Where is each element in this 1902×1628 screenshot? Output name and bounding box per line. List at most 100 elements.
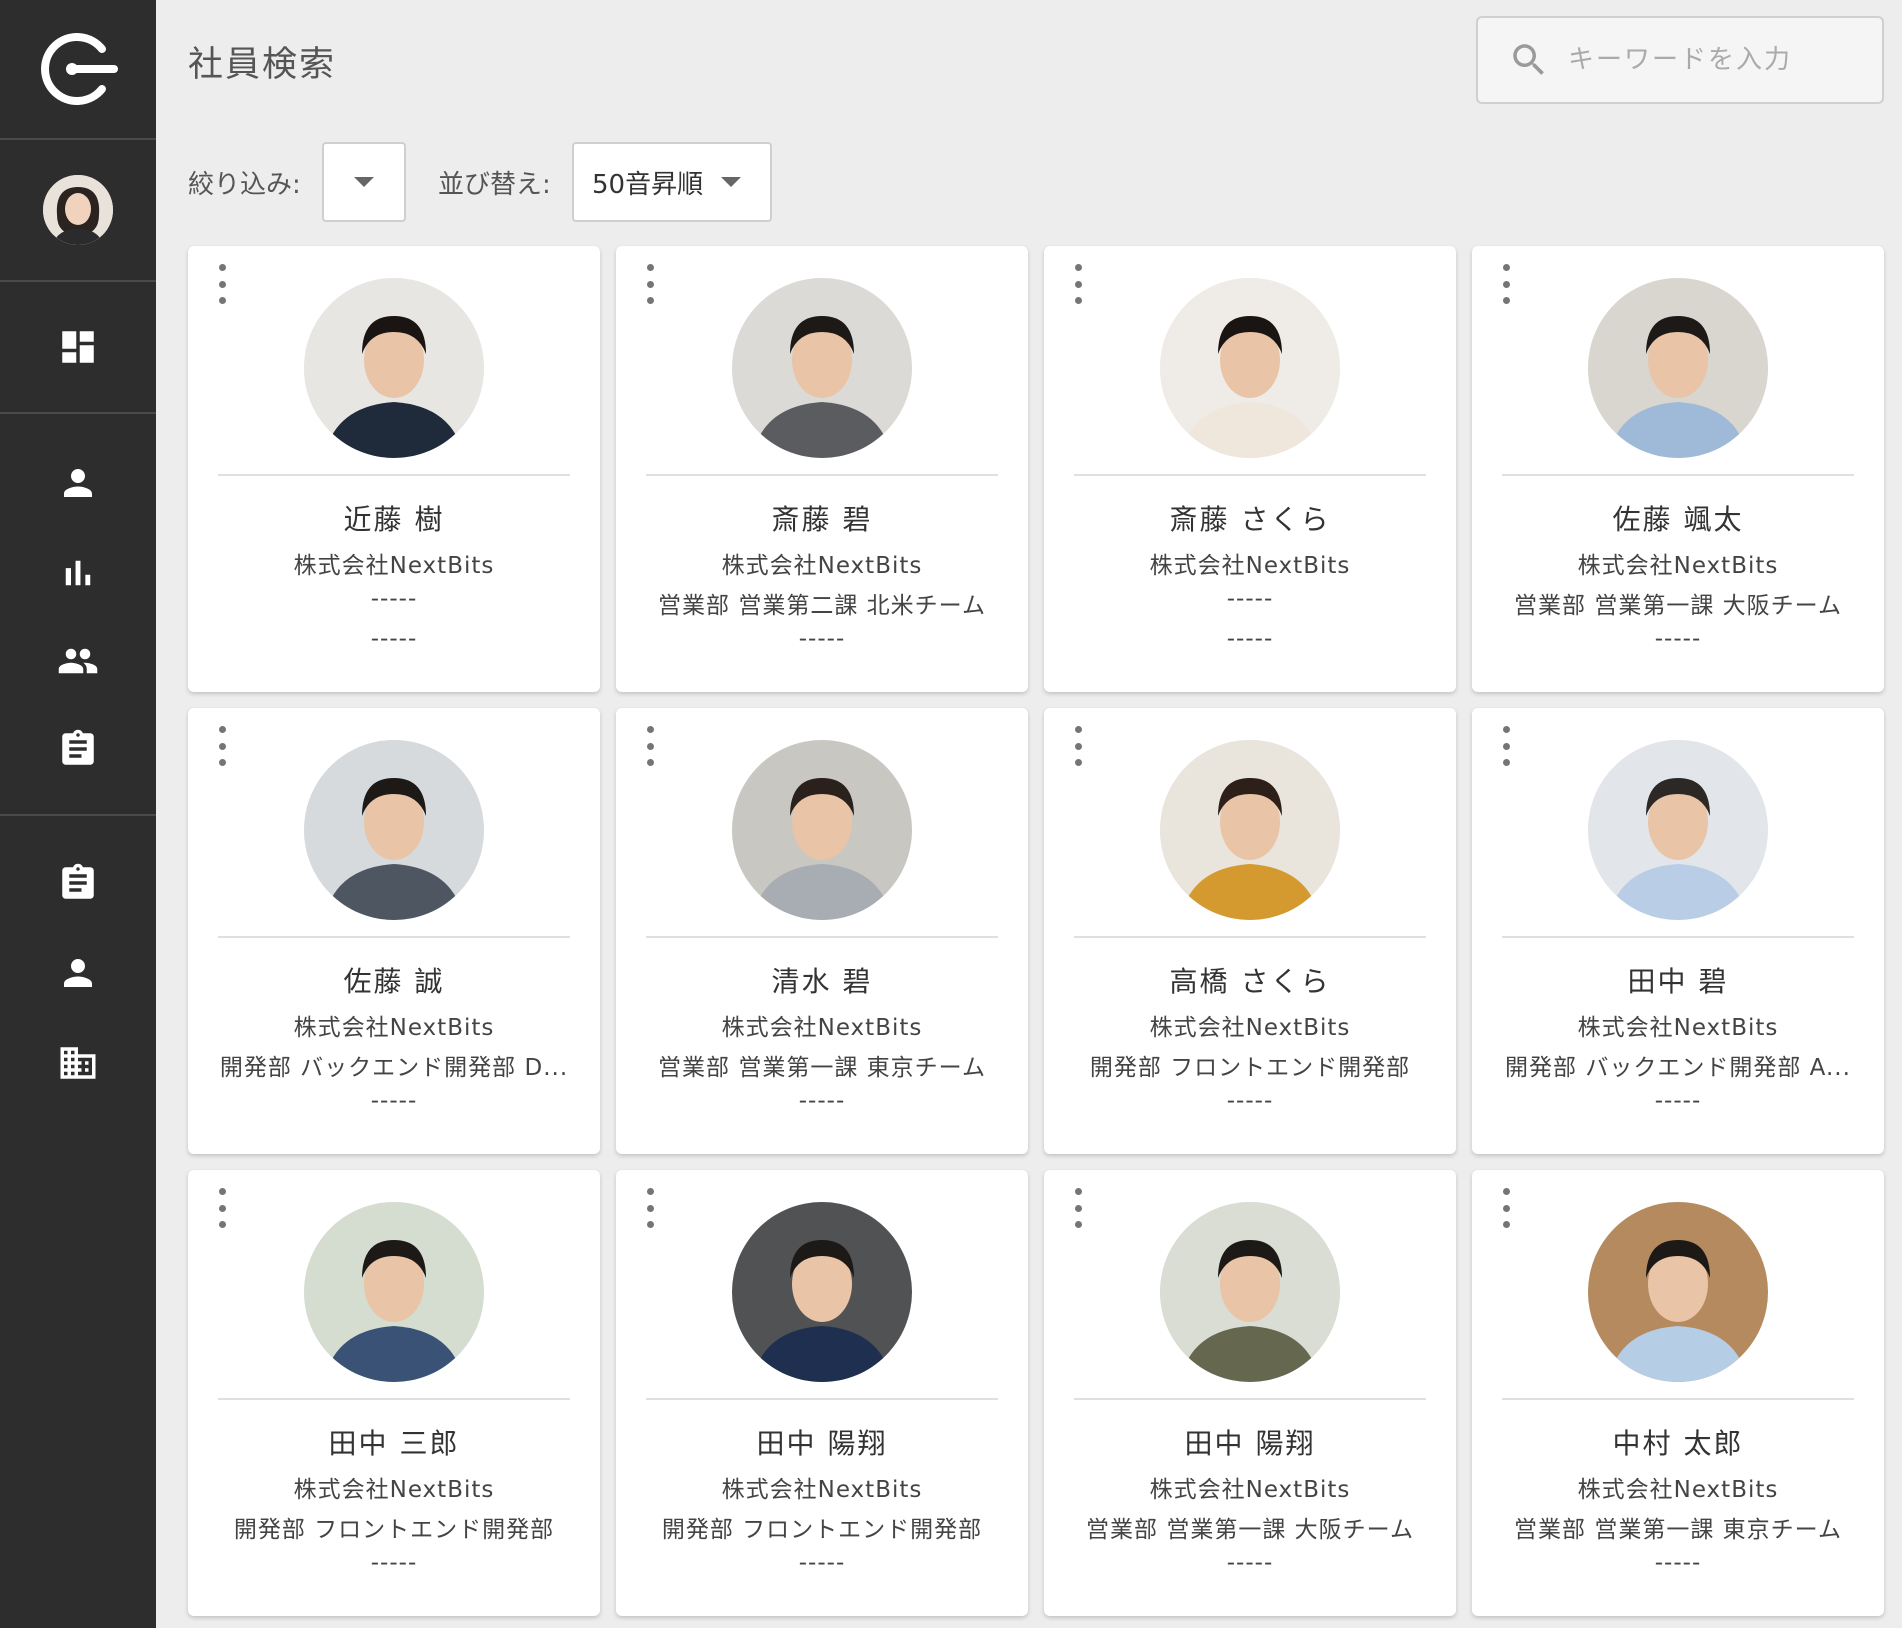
employee-name: 佐藤 誠	[343, 965, 445, 998]
portrait-icon	[1588, 278, 1768, 458]
employee-extra: -----	[798, 1088, 846, 1114]
employee-card[interactable]: 清水 碧 株式会社NextBits 営業部 営業第一課 東京チーム -----	[616, 708, 1028, 1154]
employee-company: 株式会社NextBits	[721, 1015, 923, 1041]
search-input[interactable]	[1568, 45, 1868, 75]
employee-card[interactable]: 斎藤 さくら 株式会社NextBits ----- -----	[1044, 246, 1456, 692]
employee-name: 斎藤 碧	[771, 503, 873, 536]
employee-department: 営業部 営業第二課 北米チーム	[658, 593, 986, 619]
logo-icon	[41, 33, 118, 105]
more-vert-icon[interactable]	[1498, 726, 1514, 766]
more-vert-icon[interactable]	[642, 726, 658, 766]
card-divider	[646, 1398, 998, 1400]
card-divider	[1502, 474, 1854, 476]
page-title: 社員検索	[188, 45, 337, 85]
employee-extra: -----	[370, 626, 418, 652]
employee-extra: -----	[1226, 1550, 1274, 1576]
employee-card[interactable]: 高橋 さくら 株式会社NextBits 開発部 フロントエンド開発部 -----	[1044, 708, 1456, 1154]
user-avatar[interactable]	[43, 175, 113, 245]
employee-extra: -----	[1654, 1088, 1702, 1114]
building-icon	[60, 1047, 96, 1079]
employee-name: 田中 三郎	[328, 1427, 460, 1460]
employee-company: 株式会社NextBits	[1149, 1477, 1351, 1503]
employee-department: 営業部 営業第一課 東京チーム	[1514, 1517, 1842, 1543]
employee-extra: -----	[370, 1088, 418, 1114]
employee-extra: -----	[370, 1550, 418, 1576]
employee-card[interactable]: 田中 陽翔 株式会社NextBits 開発部 フロントエンド開発部 -----	[616, 1170, 1028, 1616]
search-icon	[1513, 44, 1544, 75]
clipboard-icon	[62, 863, 94, 899]
sidebar-item-dashboard[interactable]	[0, 326, 156, 368]
employee-photo	[732, 740, 912, 920]
more-vert-icon[interactable]	[1070, 1188, 1086, 1228]
chevron-down-icon	[721, 177, 742, 187]
filter-label: 絞り込み:	[188, 170, 301, 200]
employee-department: 開発部 バックエンド開発部 A...	[1505, 1055, 1851, 1081]
employee-extra: -----	[1654, 1550, 1702, 1576]
employee-photo	[1160, 278, 1340, 458]
employee-department: -----	[1226, 586, 1274, 612]
portrait-icon	[1160, 1202, 1340, 1382]
more-vert-icon[interactable]	[214, 726, 230, 766]
employee-photo	[1160, 1202, 1340, 1382]
employee-card[interactable]: 田中 三郎 株式会社NextBits 開発部 フロントエンド開発部 -----	[188, 1170, 600, 1616]
employee-department: 開発部 フロントエンド開発部	[1089, 1055, 1411, 1081]
group-icon	[58, 648, 98, 674]
employee-card[interactable]: 佐藤 颯太 株式会社NextBits 営業部 営業第一課 大阪チーム -----	[1472, 246, 1884, 692]
sort-label: 並び替え:	[438, 170, 551, 200]
more-vert-icon[interactable]	[1070, 264, 1086, 304]
employee-card[interactable]: 斎藤 碧 株式会社NextBits 営業部 営業第二課 北米チーム -----	[616, 246, 1028, 692]
employee-department: 開発部 フロントエンド開発部	[661, 1517, 983, 1543]
more-vert-icon[interactable]	[214, 1188, 230, 1228]
employee-department: -----	[370, 586, 418, 612]
portrait-icon	[732, 1202, 912, 1382]
more-vert-icon[interactable]	[642, 264, 658, 304]
card-divider	[646, 936, 998, 938]
sidebar-group-3	[0, 816, 156, 1146]
employee-photo	[1588, 278, 1768, 458]
employee-extra: -----	[1226, 626, 1274, 652]
portrait-icon	[1160, 740, 1340, 920]
filter-dropdown[interactable]	[322, 142, 406, 222]
employee-department: 営業部 営業第一課 大阪チーム	[1086, 1517, 1414, 1543]
employee-company: 株式会社NextBits	[1149, 1015, 1351, 1041]
employee-photo	[1588, 740, 1768, 920]
sidebar-item-building[interactable]	[0, 1042, 156, 1084]
sidebar-item-group[interactable]	[0, 640, 156, 682]
employee-card[interactable]: 田中 碧 株式会社NextBits 開発部 バックエンド開発部 A... ---…	[1472, 708, 1884, 1154]
sidebar-item-clipboard[interactable]	[0, 728, 156, 770]
employee-name: 近藤 樹	[343, 503, 445, 536]
more-vert-icon[interactable]	[1498, 1188, 1514, 1228]
portrait-icon	[304, 740, 484, 920]
employee-photo	[304, 1202, 484, 1382]
sidebar-item-person[interactable]	[0, 462, 156, 504]
sidebar-item-clipboard-2[interactable]	[0, 862, 156, 904]
more-vert-icon[interactable]	[214, 264, 230, 304]
app-logo[interactable]	[0, 0, 156, 140]
employee-card[interactable]: 田中 陽翔 株式会社NextBits 営業部 営業第一課 大阪チーム -----	[1044, 1170, 1456, 1616]
employee-company: 株式会社NextBits	[721, 1477, 923, 1503]
sidebar-item-chart[interactable]	[0, 552, 156, 594]
employee-extra: -----	[798, 626, 846, 652]
employee-card[interactable]: 中村 太郎 株式会社NextBits 営業部 営業第一課 東京チーム -----	[1472, 1170, 1884, 1616]
employee-department: 開発部 フロントエンド開発部	[233, 1517, 555, 1543]
clipboard-icon	[62, 729, 94, 765]
more-vert-icon[interactable]	[1070, 726, 1086, 766]
employee-company: 株式会社NextBits	[721, 553, 923, 579]
employee-card[interactable]: 佐藤 誠 株式会社NextBits 開発部 バックエンド開発部 D... ---…	[188, 708, 600, 1154]
employee-photo	[304, 740, 484, 920]
portrait-icon	[1588, 740, 1768, 920]
more-vert-icon[interactable]	[1498, 264, 1514, 304]
sort-dropdown[interactable]: 50音昇順	[572, 142, 772, 222]
employee-card[interactable]: 近藤 樹 株式会社NextBits ----- -----	[188, 246, 600, 692]
employee-extra: -----	[1654, 626, 1702, 652]
card-divider	[1502, 1398, 1854, 1400]
employee-extra: -----	[798, 1550, 846, 1576]
employee-photo	[1588, 1202, 1768, 1382]
sidebar-item-person-2[interactable]	[0, 952, 156, 994]
portrait-icon	[304, 1202, 484, 1382]
employee-department: 営業部 営業第一課 東京チーム	[658, 1055, 986, 1081]
search-box[interactable]	[1476, 16, 1884, 104]
employee-name: 田中 陽翔	[756, 1427, 888, 1460]
card-divider	[1074, 936, 1426, 938]
more-vert-icon[interactable]	[642, 1188, 658, 1228]
